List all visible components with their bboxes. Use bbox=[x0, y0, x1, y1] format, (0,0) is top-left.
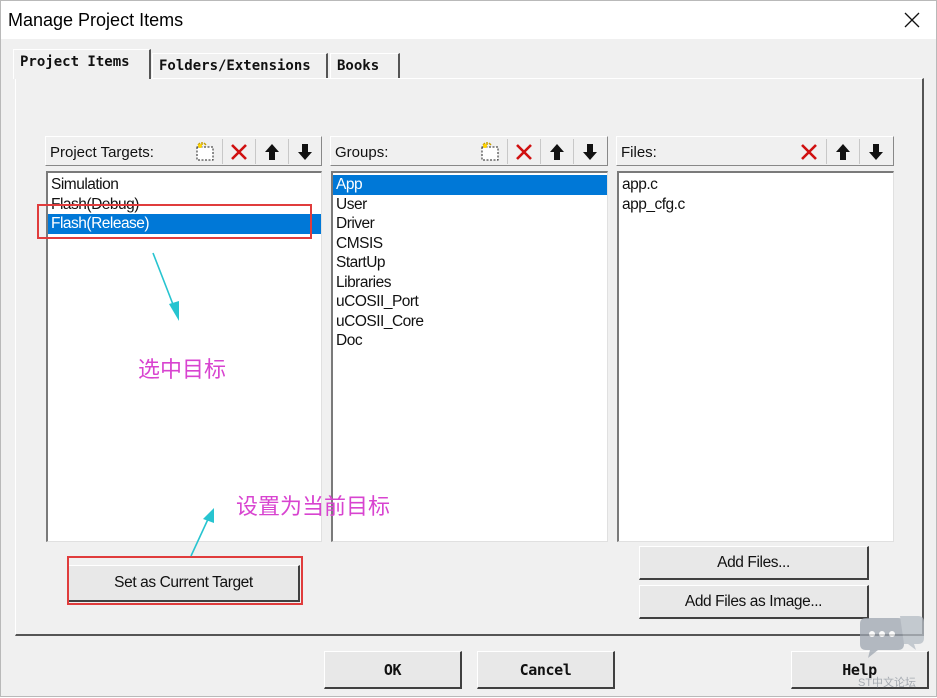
selected-target-highlight bbox=[37, 204, 312, 239]
chat-bubble-icon bbox=[860, 616, 924, 658]
annotation-set-current-target: 设置为当前目标 bbox=[236, 495, 391, 520]
files-header: Files: bbox=[616, 136, 894, 166]
arrow-down-icon bbox=[582, 143, 597, 160]
list-item[interactable]: StartUp bbox=[333, 253, 607, 273]
files-label: Files: bbox=[621, 144, 657, 161]
set-target-button-highlight bbox=[67, 556, 303, 605]
groups-header: Groups: bbox=[330, 136, 608, 166]
project-targets-label: Project Targets: bbox=[50, 144, 154, 161]
watermark: ST中文论坛 bbox=[856, 610, 928, 690]
arrow-up-icon bbox=[549, 143, 564, 160]
tab-books[interactable]: Books bbox=[330, 53, 400, 78]
list-item[interactable]: Doc bbox=[333, 331, 607, 351]
new-item-icon bbox=[481, 141, 499, 160]
list-item[interactable]: uCOSII_Core bbox=[333, 312, 607, 332]
list-item[interactable]: CMSIS bbox=[333, 234, 607, 254]
project-targets-header: Project Targets: bbox=[45, 136, 322, 166]
close-button[interactable] bbox=[888, 1, 936, 39]
cancel-button[interactable]: Cancel bbox=[477, 651, 615, 689]
list-item[interactable]: app.c bbox=[619, 175, 893, 195]
groups-label: Groups: bbox=[335, 144, 389, 161]
ok-button[interactable]: OK bbox=[324, 651, 462, 689]
move-group-up-button[interactable] bbox=[540, 139, 572, 164]
arrow-up-icon bbox=[835, 143, 850, 160]
new-item-icon bbox=[196, 141, 214, 160]
manage-project-items-dialog: Manage Project Items Project Items Folde… bbox=[0, 0, 937, 697]
list-item[interactable]: app_cfg.c bbox=[619, 195, 893, 215]
list-item[interactable]: uCOSII_Port bbox=[333, 292, 607, 312]
new-group-button[interactable] bbox=[474, 139, 506, 164]
list-item-selected[interactable]: App bbox=[333, 175, 607, 195]
watermark-text: ST中文论坛 bbox=[858, 677, 917, 689]
arrow-down-icon bbox=[297, 143, 312, 160]
arrow-down-icon bbox=[868, 143, 883, 160]
arrow-up-icon bbox=[264, 143, 279, 160]
move-group-down-button[interactable] bbox=[573, 139, 605, 164]
add-files-as-image-button[interactable]: Add Files as Image... bbox=[639, 585, 869, 619]
groups-list[interactable]: App User Driver CMSIS StartUp Libraries … bbox=[331, 171, 608, 542]
delete-target-button[interactable] bbox=[222, 139, 254, 164]
move-target-up-button[interactable] bbox=[255, 139, 287, 164]
list-item[interactable]: Libraries bbox=[333, 273, 607, 293]
move-target-down-button[interactable] bbox=[288, 139, 320, 164]
annotation-select-target: 选中目标 bbox=[138, 358, 227, 383]
tab-project-items[interactable]: Project Items bbox=[13, 49, 151, 79]
title-bar: Manage Project Items bbox=[1, 1, 936, 39]
delete-group-button[interactable] bbox=[507, 139, 539, 164]
move-file-down-button[interactable] bbox=[859, 139, 891, 164]
list-item[interactable]: Driver bbox=[333, 214, 607, 234]
delete-icon bbox=[230, 143, 247, 160]
delete-icon bbox=[515, 143, 532, 160]
list-item[interactable]: Simulation bbox=[48, 175, 321, 195]
list-item[interactable]: User bbox=[333, 195, 607, 215]
window-title: Manage Project Items bbox=[8, 10, 184, 30]
delete-icon bbox=[801, 143, 817, 160]
tab-folders-extensions[interactable]: Folders/Extensions bbox=[152, 53, 328, 78]
files-list[interactable]: app.c app_cfg.c bbox=[617, 171, 894, 542]
close-icon bbox=[904, 12, 920, 28]
add-files-button[interactable]: Add Files... bbox=[639, 546, 869, 580]
move-file-up-button[interactable] bbox=[826, 139, 858, 164]
delete-file-button[interactable] bbox=[793, 139, 825, 164]
new-target-button[interactable] bbox=[189, 139, 221, 164]
